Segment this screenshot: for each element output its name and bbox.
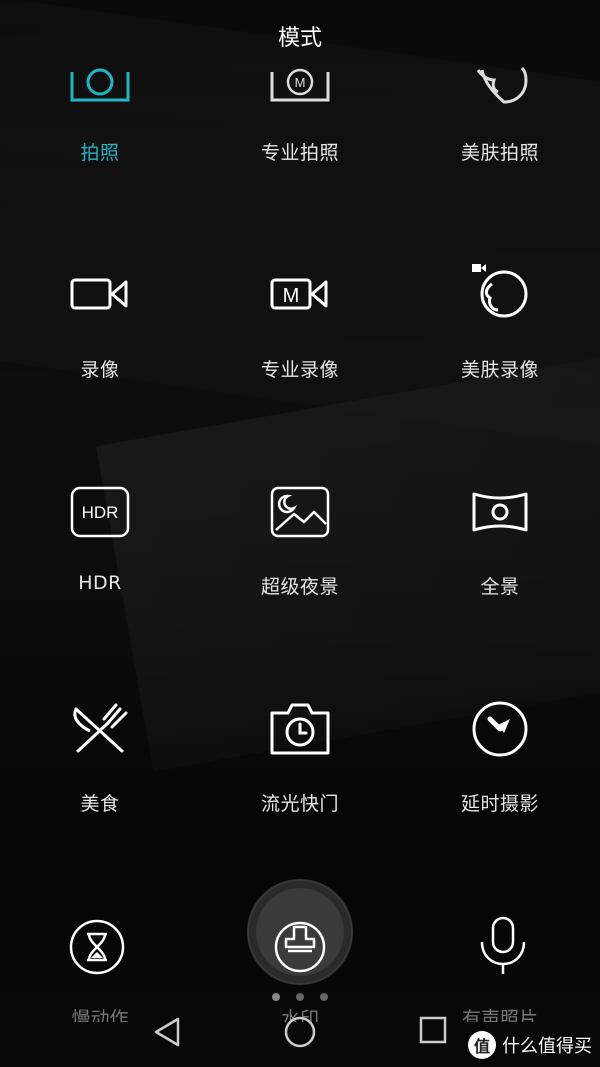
mode-label: 超级夜景	[260, 576, 339, 598]
mode-label: 录像	[80, 359, 120, 381]
pro-camera-icon: M	[268, 50, 332, 114]
system-nav-bar: 值 什么值得买	[0, 997, 600, 1067]
mode-label: 专业拍照	[260, 142, 339, 164]
slow-motion-button[interactable]	[68, 918, 126, 976]
camera-icon	[68, 50, 132, 114]
site-watermark: 值 什么值得买	[468, 1031, 592, 1059]
pro-video-icon: M	[268, 262, 332, 326]
video-icon	[68, 262, 132, 326]
hdr-icon-text: HDR	[82, 503, 119, 522]
light-painting-icon	[268, 697, 332, 761]
time-lapse-icon	[468, 697, 532, 761]
hourglass-icon	[69, 919, 125, 975]
pro-video-letter: M	[283, 285, 300, 307]
mode-label: 美食	[80, 793, 120, 815]
stamp-icon	[247, 879, 353, 985]
panorama-icon	[468, 480, 532, 544]
nav-home-button[interactable]	[283, 1015, 317, 1053]
page-title: 模式	[277, 26, 322, 51]
watermark-text: 什么值得买	[502, 1036, 592, 1057]
recents-square-icon	[419, 1016, 447, 1044]
mode-label: 延时摄影	[460, 793, 539, 815]
back-triangle-icon	[154, 1017, 180, 1047]
beauty-face-icon	[468, 50, 532, 114]
microphone-icon	[480, 916, 526, 974]
food-icon	[68, 697, 132, 761]
beauty-video-icon	[468, 262, 532, 326]
pro-icon-letter: M	[295, 75, 306, 90]
mode-label: 拍照	[80, 142, 120, 164]
mode-label: HDR	[78, 572, 122, 594]
mode-label: 美肤拍照	[460, 142, 539, 164]
mode-label: 全景	[480, 576, 520, 598]
mode-label: 专业录像	[260, 359, 339, 381]
mode-label: 美肤录像	[460, 359, 539, 381]
home-circle-icon	[284, 1016, 316, 1048]
audio-photo-button[interactable]	[474, 914, 532, 976]
watermark-shutter-button[interactable]	[246, 878, 354, 986]
nav-recents-button[interactable]	[418, 1015, 448, 1049]
nav-back-button[interactable]	[150, 1015, 184, 1053]
night-scene-icon	[268, 480, 332, 544]
hdr-icon: HDR	[68, 480, 132, 544]
watermark-logo: 值	[468, 1031, 496, 1059]
mode-label: 流光快门	[260, 793, 339, 815]
